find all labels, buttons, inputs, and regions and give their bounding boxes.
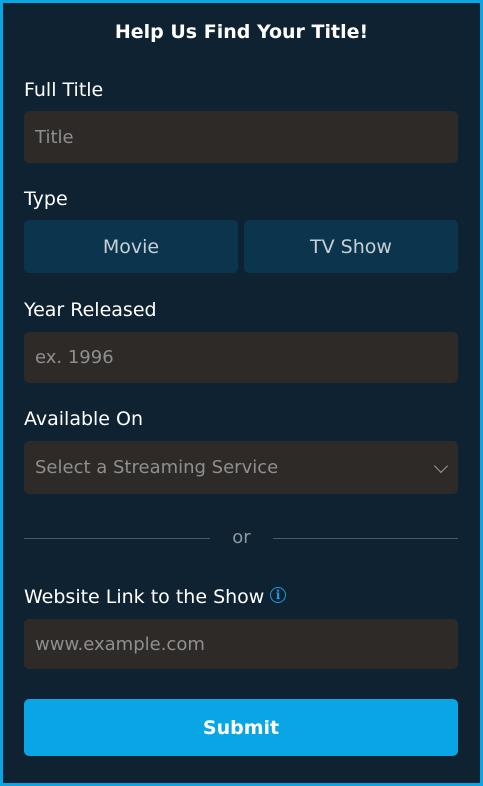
available-on-label: Available On <box>24 408 144 430</box>
info-icon[interactable]: i <box>270 587 286 603</box>
year-label: Year Released <box>24 299 157 321</box>
website-placeholder: www.example.com <box>35 633 205 655</box>
divider-line-right <box>273 538 458 539</box>
chevron-down-icon <box>433 458 449 473</box>
type-label: Type <box>24 188 68 210</box>
page-title: Help Us Find Your Title! <box>114 21 369 43</box>
website-input[interactable]: www.example.com <box>24 619 458 669</box>
type-option-movie[interactable]: Movie <box>24 220 238 273</box>
type-option-tv-show[interactable]: TV Show <box>244 220 458 273</box>
website-label: Website Link to the Show <box>24 586 265 608</box>
year-input[interactable]: ex. 1996 <box>24 332 458 383</box>
full-title-placeholder: Title <box>35 126 74 148</box>
submit-button[interactable]: Submit <box>24 699 458 756</box>
streaming-service-select[interactable]: Select a Streaming Service <box>24 441 458 494</box>
streaming-service-placeholder: Select a Streaming Service <box>35 457 279 478</box>
full-title-input[interactable]: Title <box>24 111 458 163</box>
full-title-label: Full Title <box>24 79 104 101</box>
year-placeholder: ex. 1996 <box>35 347 114 368</box>
find-title-form: Help Us Find Your Title! Full Title Titl… <box>0 0 483 786</box>
